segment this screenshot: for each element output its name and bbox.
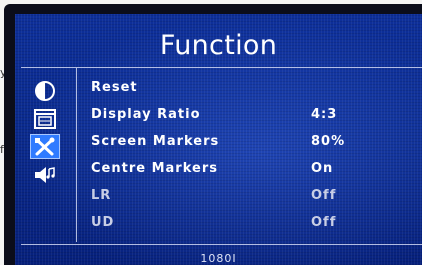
menu-item-value: Off <box>311 188 337 203</box>
footer-divider <box>21 244 422 245</box>
menu-item-lr[interactable]: LR Off <box>91 188 391 208</box>
menu-item-label: UD <box>91 215 115 230</box>
tab-audio[interactable] <box>30 162 60 187</box>
menu-item-label: Centre Markers <box>91 161 218 176</box>
menu-item-screen-markers[interactable]: Screen Markers 80% <box>91 134 391 154</box>
display-panel-icon <box>34 108 56 129</box>
menu-item-label: Display Ratio <box>91 107 201 122</box>
menu-item-value: 4:3 <box>311 107 338 122</box>
tab-function[interactable] <box>30 134 60 159</box>
photo-frame: y f Function <box>0 0 422 265</box>
osd-screen: Function Reset Display Ratio 4:3 Screen … <box>15 14 422 265</box>
menu-item-label: Reset <box>91 80 138 95</box>
tab-display[interactable] <box>30 106 60 131</box>
signal-format-status: 1080I <box>200 252 237 265</box>
menu-item-label: LR <box>91 188 112 203</box>
tab-picture[interactable] <box>30 78 60 103</box>
speaker-icon <box>35 166 55 183</box>
sidebar-divider <box>76 68 77 242</box>
title-divider <box>21 67 422 68</box>
menu-item-ud[interactable]: UD Off <box>91 215 391 235</box>
tools-icon <box>35 137 55 155</box>
menu-item-centre-markers[interactable]: Centre Markers On <box>91 161 391 181</box>
menu-item-reset[interactable]: Reset <box>91 80 391 100</box>
menu-title: Function <box>159 30 278 61</box>
menu-item-value: Off <box>311 215 337 230</box>
contrast-icon <box>35 80 55 101</box>
menu-item-display-ratio[interactable]: Display Ratio 4:3 <box>91 107 391 127</box>
menu-item-value: 80% <box>311 134 346 149</box>
menu-item-label: Screen Markers <box>91 134 220 149</box>
menu-item-value: On <box>311 161 334 176</box>
